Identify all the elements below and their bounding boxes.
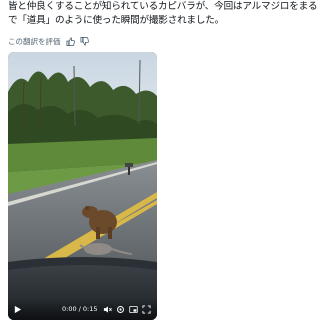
translation-rating: この翻訳を評価 — [8, 35, 89, 47]
fullscreen-icon[interactable] — [141, 304, 151, 314]
play-icon[interactable] — [13, 305, 22, 314]
settings-icon[interactable] — [116, 305, 125, 314]
post-text: 皆と仲良くすることが知られているカピバラが、今回はアルマジロをまる で「道具」の… — [8, 0, 318, 28]
video-player[interactable]: 0:00 / 0:15 — [8, 52, 157, 320]
video-controls: 0:00 / 0:15 — [8, 298, 157, 320]
translation-rating-label: この翻訳を評価 — [8, 36, 61, 46]
video-frame — [8, 52, 157, 320]
video-time: 0:00 / 0:15 — [62, 305, 98, 313]
post: 皆と仲良くすることが知られているカピバラが、今回はアルマジロをまる で「道具」の… — [0, 0, 320, 320]
thumbs-up-icon[interactable] — [65, 36, 75, 46]
volume-muted-icon[interactable] — [103, 305, 112, 314]
pip-icon[interactable] — [128, 305, 138, 314]
video-control-group — [103, 304, 151, 314]
post-text-line-1: 皆と仲良くすることが知られているカピバラが、今回はアルマジロをまる — [8, 1, 318, 12]
post-text-line-2: で「道具」のように使った瞬間が撮影されました。 — [8, 15, 225, 26]
thumbs-down-icon[interactable] — [79, 36, 89, 46]
